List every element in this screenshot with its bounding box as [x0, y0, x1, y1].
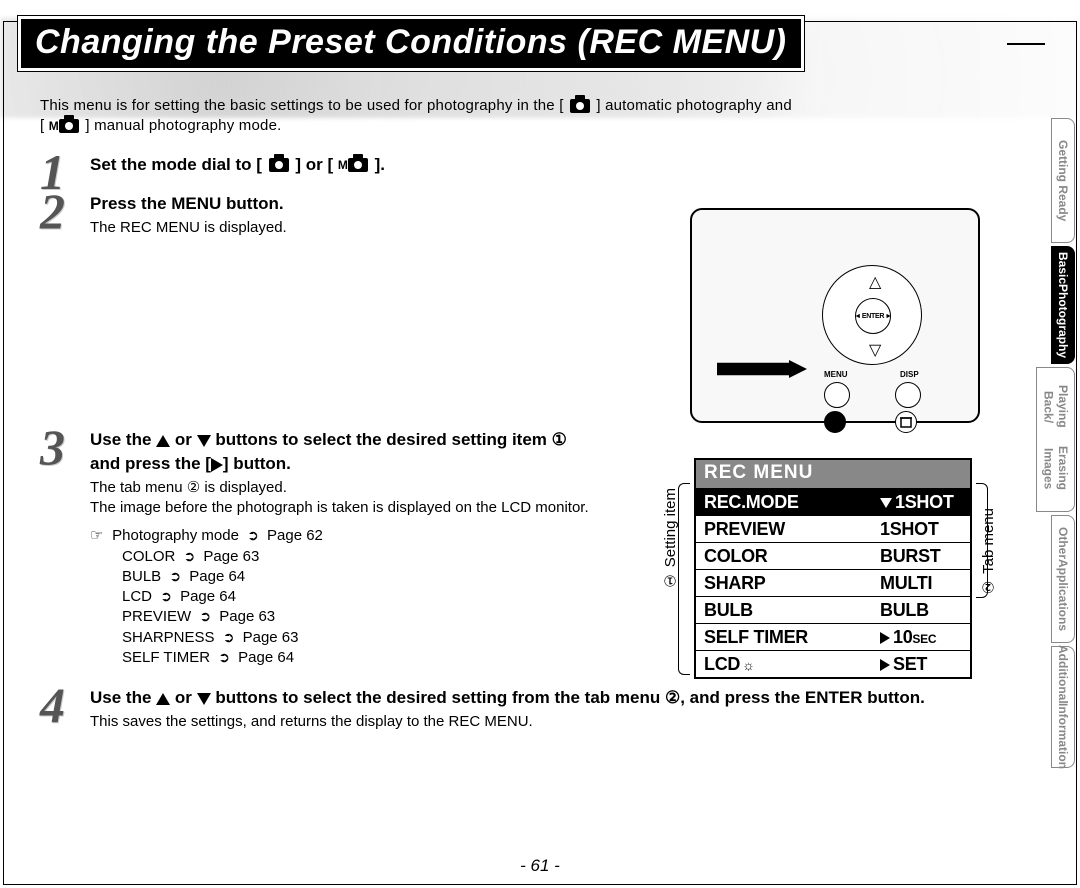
- title-rule: [1007, 43, 1045, 45]
- t: buttons to select the desired setting fr…: [215, 688, 924, 707]
- m-prefix: M: [338, 157, 348, 174]
- t: The image before the photograph is taken…: [90, 499, 589, 516]
- t: ] button.: [223, 454, 291, 473]
- dpad-up-icon: △: [869, 272, 881, 292]
- m-prefix: M: [49, 118, 59, 134]
- camera-icon: [269, 158, 289, 172]
- step-4: 4 Use the or buttons to select the desir…: [90, 686, 970, 732]
- disp-button-label: DISP: [900, 370, 919, 379]
- intro-text: This menu is for setting the basic setti…: [40, 96, 985, 137]
- side-tab[interactable]: AdditionalInformation: [1051, 646, 1075, 768]
- t: or: [175, 430, 197, 449]
- step1-c: ].: [375, 155, 385, 174]
- disp-button: [895, 382, 921, 408]
- up-triangle-icon: [156, 693, 170, 705]
- rec-menu-row: REC.MODE1SHOT: [696, 488, 970, 515]
- step1-a: Set the mode dial to [: [90, 155, 267, 174]
- right-triangle-icon: [211, 458, 223, 472]
- t: or: [175, 688, 197, 707]
- t: The tab menu ② is displayed.: [90, 479, 287, 496]
- step-number-icon: 4: [40, 680, 65, 730]
- rec-menu-title: REC MENU: [696, 460, 970, 488]
- camera-icon: [570, 99, 590, 113]
- side-tab[interactable]: BasicPhotography: [1051, 246, 1075, 364]
- arrow-to-menu-icon: [712, 360, 812, 378]
- step4-body: This saves the settings, and returns the…: [90, 712, 970, 732]
- intro-part2: ] automatic photography and: [596, 97, 792, 114]
- ref-line: BULB Page 64: [122, 567, 600, 587]
- ref-line: LCD Page 64: [122, 587, 600, 607]
- pointer-icon: ☞: [90, 526, 108, 546]
- side-tab[interactable]: Getting Ready: [1051, 118, 1075, 243]
- rec-menu-row: LCDSET: [696, 650, 970, 677]
- page-number: - 61 -: [520, 856, 560, 876]
- rec-menu-row: SHARPMULTI: [696, 569, 970, 596]
- step3-heading: Use the or buttons to select the desired…: [90, 428, 600, 476]
- rec-menu-row: COLORBURST: [696, 542, 970, 569]
- side-tab[interactable]: OtherApplications: [1051, 515, 1075, 643]
- ref-line: SELF TIMER Page 64: [122, 648, 600, 668]
- ref-line: PREVIEW Page 63: [122, 607, 600, 627]
- ref-lead-page: Page 62: [267, 527, 323, 544]
- side-tabs: Getting Ready BasicPhotography Playing Bac…: [997, 118, 1075, 771]
- camera-illustration: △ ▽ ENTER MENU DISP: [690, 208, 980, 423]
- step4-heading: Use the or buttons to select the desired…: [90, 686, 970, 710]
- t: Use the: [90, 430, 156, 449]
- intro-part3: [: [40, 117, 49, 134]
- step-number-icon: 2: [40, 186, 65, 236]
- camera-icon: [59, 119, 79, 133]
- caption-tab-menu: ② Tab menu: [980, 508, 998, 596]
- enter-button-label: ENTER: [855, 298, 891, 334]
- intro-part1: This menu is for setting the basic setti…: [40, 97, 568, 114]
- t: Use the: [90, 688, 156, 707]
- page-title-band: Changing the Preset Conditions (REC MENU…: [18, 18, 1045, 68]
- small-button-2: [895, 411, 917, 433]
- small-button-1: [824, 411, 846, 433]
- step1-heading: Set the mode dial to [ ] or [ M ].: [90, 153, 985, 177]
- rec-menu-row: PREVIEW1SHOT: [696, 515, 970, 542]
- page-title: Changing the Preset Conditions (REC MENU…: [18, 16, 804, 71]
- side-tab[interactable]: Playing Back/Erasing Images: [1036, 367, 1075, 512]
- dpad-down-icon: ▽: [869, 340, 881, 360]
- menu-button-label: MENU: [824, 370, 848, 379]
- step-number-icon: 3: [40, 422, 65, 472]
- ref-line: SHARPNESS Page 63: [122, 628, 600, 648]
- step1-b: ] or [: [295, 155, 338, 174]
- down-triangle-icon: [197, 693, 211, 705]
- menu-button: [824, 382, 850, 408]
- step3-body: The tab menu ② is displayed. The image b…: [90, 478, 600, 519]
- step-1: 1 Set the mode dial to [ ] or [ M ].: [90, 153, 985, 177]
- camera-icon: [348, 158, 368, 172]
- ref-line: COLOR Page 63: [122, 547, 600, 567]
- caption-setting-item: ① Setting item: [662, 488, 680, 589]
- dpad-ring: △ ▽ ENTER: [822, 265, 922, 365]
- arrow-icon: [243, 527, 263, 544]
- intro-part4: ] manual photography mode.: [85, 117, 281, 134]
- rec-menu-screenshot: REC MENU REC.MODE1SHOTPREVIEW1SHOTCOLORB…: [694, 458, 972, 679]
- ref-lead: Photography mode: [112, 527, 239, 544]
- step3-refs: ☞ Photography mode Page 62 COLOR Page 63…: [90, 526, 600, 668]
- up-triangle-icon: [156, 435, 170, 447]
- rec-menu-row: BULBBULB: [696, 596, 970, 623]
- down-triangle-icon: [197, 435, 211, 447]
- step-3: 3 Use the or buttons to select the desir…: [90, 428, 600, 668]
- rec-menu-row: SELF TIMER10SEC: [696, 623, 970, 650]
